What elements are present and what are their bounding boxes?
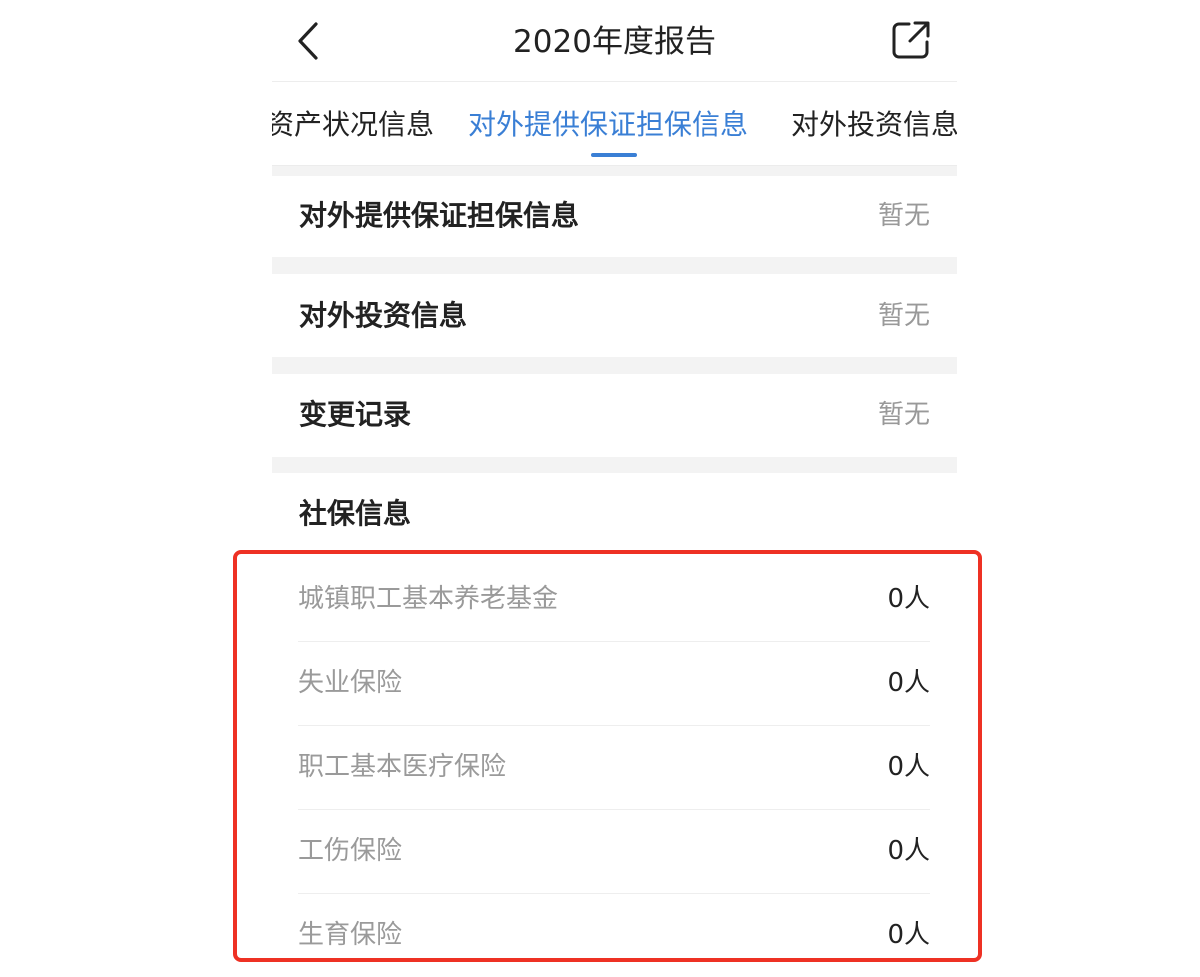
section-title: 对外提供保证担保信息 [299, 199, 580, 232]
active-tab-indicator [591, 153, 637, 157]
nav-header: 2020年度报告 [272, 0, 957, 82]
section-row-investment[interactable]: 对外投资信息 暂无 [272, 274, 957, 357]
section-value: 暂无 [877, 400, 930, 430]
tab-guarantee-info[interactable]: 对外提供保证担保信息 [468, 106, 748, 144]
list-item: 生育保险 0人 [298, 894, 930, 977]
list-item: 城镇职工基本养老基金 0人 [298, 558, 930, 642]
section-divider [272, 357, 957, 374]
social-insurance-section: 社保信息 城镇职工基本养老基金 0人 失业保险 0人 职工基本医疗保险 0人 工… [272, 473, 957, 977]
section-row-change-record[interactable]: 变更记录 暂无 [272, 374, 957, 457]
section-title: 变更记录 [299, 398, 412, 431]
tab-investment-info[interactable]: 对外投资信息 [791, 106, 957, 144]
insurance-label: 工伤保险 [298, 836, 403, 866]
insurance-label: 生育保险 [298, 920, 403, 950]
insurance-label: 失业保险 [298, 668, 403, 698]
tab-bar: 资产状况信息 对外提供保证担保信息 对外投资信息 [272, 82, 957, 166]
insurance-count: 0人 [887, 752, 930, 782]
list-item: 工伤保险 0人 [298, 810, 930, 894]
section-divider [272, 457, 957, 473]
page-title: 2020年度报告 [513, 24, 716, 60]
section-title: 社保信息 [299, 497, 412, 530]
share-external-icon [892, 21, 930, 59]
section-value: 暂无 [877, 201, 930, 231]
share-button[interactable] [889, 18, 933, 62]
section-title: 对外投资信息 [299, 299, 468, 332]
insurance-label: 城镇职工基本养老基金 [298, 584, 559, 614]
list-item: 失业保险 0人 [298, 642, 930, 726]
insurance-label: 职工基本医疗保险 [298, 752, 507, 782]
insurance-count: 0人 [887, 584, 930, 614]
tab-asset-status[interactable]: 资产状况信息 [272, 106, 434, 144]
insurance-count: 0人 [887, 836, 930, 866]
section-row-guarantee[interactable]: 对外提供保证担保信息 暂无 [272, 176, 957, 257]
report-screen: 2020年度报告 资产状况信息 对外提供保证担保信息 对外投资信息 对外提供保证… [272, 0, 957, 977]
section-divider [272, 257, 957, 274]
insurance-count: 0人 [887, 668, 930, 698]
list-item: 职工基本医疗保险 0人 [298, 726, 930, 810]
section-value: 暂无 [877, 301, 930, 331]
section-divider [272, 166, 957, 176]
insurance-count: 0人 [887, 920, 930, 950]
